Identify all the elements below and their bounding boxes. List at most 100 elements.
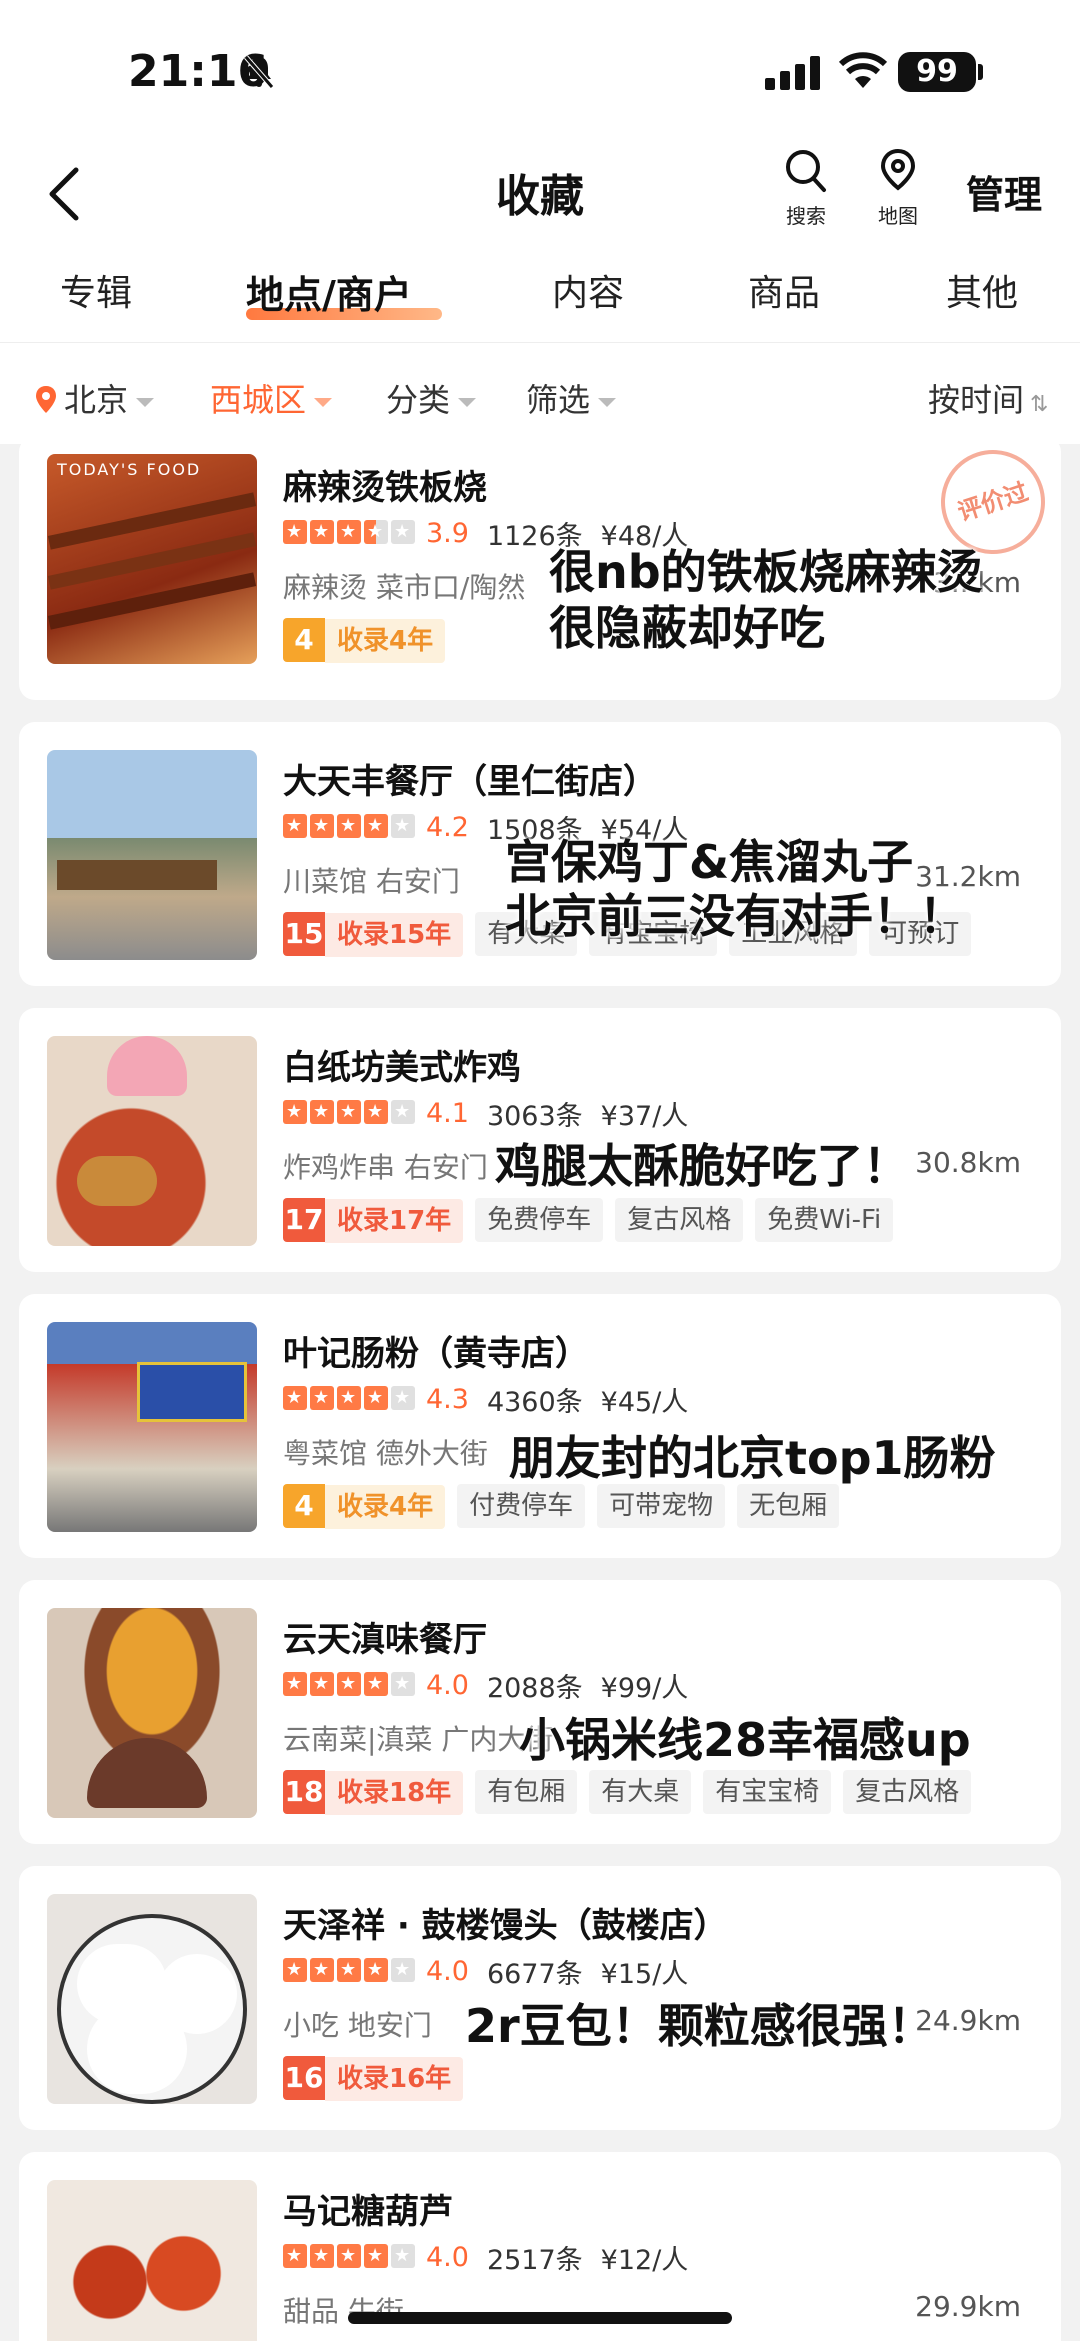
review-count: 6677条 [486, 1959, 583, 1990]
battery-tip [978, 64, 983, 80]
category-filter[interactable]: 分类 [386, 375, 477, 421]
category-area: 甜品 牛街 [283, 2295, 404, 2328]
rating-stars [283, 519, 418, 548]
review-count: 4360条 [486, 1387, 583, 1418]
nav-bar: 收藏 搜索 地图 管理 [0, 140, 1080, 258]
rating-score: 4.3 [426, 1384, 469, 1415]
chevron-down-icon [136, 397, 155, 407]
mute-bell-icon [243, 54, 275, 94]
category-area: 麻辣烫 菜市口/陶然 [283, 571, 526, 604]
rating-row: 4.0 6677条 ¥15/人 [283, 1952, 688, 1990]
rating-row: 4.0 2517条 ¥12/人 [283, 2238, 688, 2276]
cellular-signal-icon [765, 56, 821, 94]
list-item[interactable]: 大天丰餐厅（里仁街店） 4.21508条¥54/人 川菜馆 右安门 31.2km… [19, 722, 1061, 986]
thumbnail-image [47, 1608, 257, 1818]
search-button[interactable]: 搜索 [780, 148, 832, 229]
rating-row: 4.1 3063条 ¥37/人 [283, 1094, 688, 1132]
rating-score: 4.0 [426, 1956, 469, 1987]
shop-name: 云天滇味餐厅 [283, 1620, 487, 1660]
rating-score: 4.0 [426, 2242, 469, 2273]
wifi-icon [838, 52, 888, 94]
rating-row: 4.3 4360条 ¥45/人 [283, 1380, 688, 1418]
saved-years-badge: 15 收录15年 [283, 912, 464, 957]
manage-button[interactable]: 管理 [966, 164, 1042, 219]
category-tabs: 专辑 地点/商户 内容 商品 其他 [0, 258, 1080, 342]
thumbnail-image [47, 1036, 257, 1246]
rating-stars [283, 1957, 418, 1986]
rating-score: 4.2 [426, 812, 469, 843]
rating-stars [283, 1099, 418, 1128]
feature-tag: 复古风格 [615, 1198, 744, 1242]
note-line-2: 很隐蔽却好吃 [549, 601, 825, 655]
shop-name: 大天丰餐厅（里仁街店） [283, 762, 657, 802]
review-count: 3063条 [486, 1101, 583, 1132]
battery-icon: 99 [898, 52, 976, 92]
distance: 29.9km [915, 2290, 1021, 2323]
map-button[interactable]: 地图 [870, 148, 926, 229]
tab-places[interactable]: 地点/商户 [246, 264, 412, 319]
feature-tag: 复古风格 [843, 1770, 972, 1814]
list-item[interactable]: TODAY'S FOOD 麻辣烫铁板烧 3.91126条¥48/人 麻辣烫 菜市… [19, 436, 1061, 700]
shop-name: 叶记肠粉（黄寺店） [283, 1334, 589, 1374]
feature-tag: 免费停车 [475, 1198, 604, 1242]
saved-years-badge: 18 收录18年 [283, 1770, 464, 1815]
category-area: 炸鸡炸串 右安门 [283, 1151, 488, 1184]
city-filter[interactable]: 北京 [34, 375, 155, 423]
tab-content[interactable]: 内容 [552, 264, 624, 316]
search-label: 搜索 [786, 204, 826, 228]
avg-price: ¥45/人 [600, 1387, 689, 1418]
rating-score: 4.0 [426, 1670, 469, 1701]
rating-score: 4.1 [426, 1098, 469, 1129]
feature-tag: 无包厢 [737, 1484, 840, 1528]
note-line-1: 朋友封的北京top1肠粉 [509, 1431, 996, 1485]
screen-label: 筛选 [526, 381, 591, 419]
note-line-1: 鸡腿太酥脆好吃了！ [495, 1139, 909, 1193]
thumbnail-image: TODAY'S FOOD [47, 454, 257, 664]
avg-price: ¥15/人 [600, 1959, 689, 1990]
sort-button[interactable]: 按时间 ⇅ [928, 375, 1048, 421]
list-item[interactable]: 叶记肠粉（黄寺店） 4.3 4360条 ¥45/人 粤菜馆 德外大街 4收录4年付费… [19, 1294, 1061, 1558]
review-count: 2088条 [486, 1673, 583, 1704]
feature-tag: 可带宠物 [597, 1484, 726, 1528]
shop-name: 白纸坊美式炸鸡 [283, 1048, 521, 1088]
tab-products[interactable]: 商品 [748, 264, 820, 316]
distance: 30.8km [915, 1146, 1021, 1179]
sort-label: 按时间 [928, 381, 1025, 419]
list-item[interactable]: 天泽祥 · 鼓楼馒头（鼓楼店） 4.06677条¥15/人 小吃 地安门 24.… [19, 1866, 1061, 2130]
rating-stars [283, 2243, 418, 2272]
tab-other[interactable]: 其他 [946, 264, 1018, 316]
tab-albums[interactable]: 专辑 [60, 264, 132, 316]
chevron-down-icon [598, 397, 617, 407]
rating-stars [283, 813, 418, 842]
feature-tag: 有宝宝椅 [703, 1770, 832, 1814]
feature-tag: 付费停车 [457, 1484, 586, 1528]
city-label: 北京 [64, 381, 129, 419]
shop-name: 马记糖葫芦 [283, 2192, 453, 2232]
saved-years-badge: 17 收录17年 [283, 1198, 464, 1243]
saved-years-badge: 16 收录16年 [283, 2056, 464, 2101]
thumbnail-image [47, 1894, 257, 2104]
category-area: 川菜馆 右安门 [283, 865, 460, 898]
avg-price: ¥37/人 [600, 1101, 689, 1132]
filter-bar: 北京 西城区 分类 筛选 按时间 ⇅ [0, 342, 1080, 444]
list-item[interactable]: 白纸坊美式炸鸡 4.1 3063条 ¥37/人 炸鸡炸串 右安门 30.8km 17… [19, 1008, 1061, 1272]
thumb-caption: TODAY'S FOOD [57, 460, 202, 479]
tag-row: 16 收录16年 [283, 2056, 464, 2101]
sort-arrows-icon: ⇅ [1030, 392, 1049, 417]
thumbnail-image [47, 2180, 257, 2341]
map-pin-icon [877, 148, 919, 198]
review-count: 2517条 [486, 2245, 583, 2276]
rating-score: 3.9 [426, 518, 469, 549]
home-indicator[interactable] [348, 2312, 732, 2324]
screen-filter[interactable]: 筛选 [526, 375, 617, 421]
list-item[interactable]: 云天滇味餐厅 4.0 2088条 ¥99/人 云南菜|滇菜 广内大街 18收录18年… [19, 1580, 1061, 1844]
tag-row: 4 收录4年 [283, 618, 446, 663]
district-label: 西城区 [210, 381, 307, 419]
category-area: 粤菜馆 德外大街 [283, 1437, 488, 1470]
chevron-down-icon [458, 397, 477, 407]
note-line-1: 2r豆包！颗粒感很强！ [465, 1999, 934, 2053]
note-line-1: 小锅米线28幸福感up [519, 1713, 971, 1767]
category-label: 分类 [386, 381, 451, 419]
feature-tag: 有大桌 [589, 1770, 692, 1814]
district-filter[interactable]: 西城区 [210, 375, 333, 421]
